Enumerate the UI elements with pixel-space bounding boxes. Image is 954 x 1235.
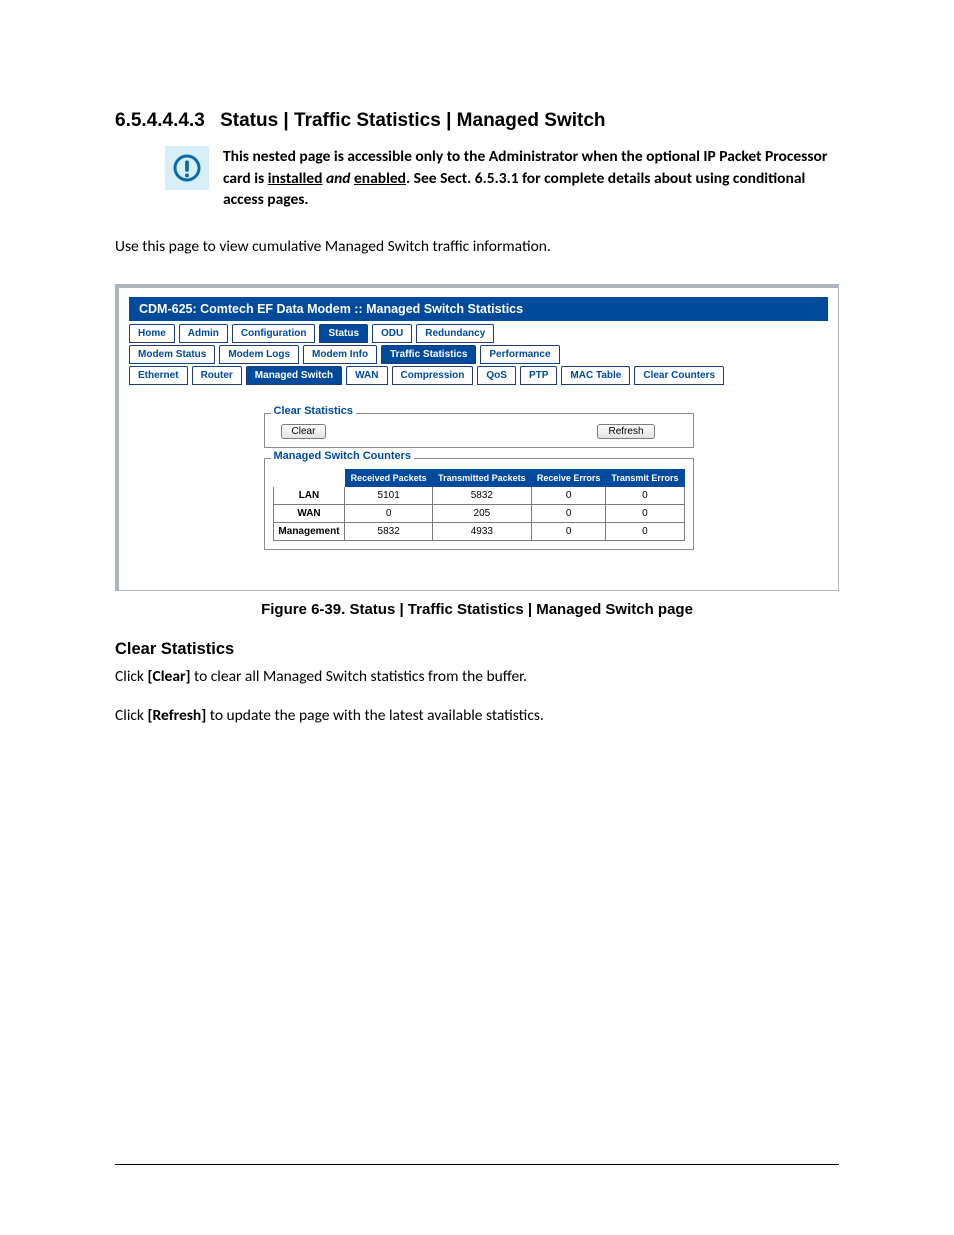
tab-traffic-statistics[interactable]: Traffic Statistics <box>381 345 476 364</box>
tab-configuration[interactable]: Configuration <box>232 324 316 343</box>
row-label: LAN <box>273 487 345 505</box>
tab-mac-table[interactable]: MAC Table <box>561 366 630 385</box>
lead-paragraph: Use this page to view cumulative Managed… <box>115 237 839 256</box>
paragraph-refresh: Click [Refresh] to update the page with … <box>115 706 839 727</box>
clear-button[interactable]: Clear <box>281 424 327 439</box>
cell-value: 5101 <box>345 487 432 505</box>
cell-value: 0 <box>606 487 684 505</box>
column-header: Transmitted Packets <box>432 470 531 487</box>
embedded-screenshot: CDM-625: Comtech EF Data Modem :: Manage… <box>115 284 839 591</box>
tab-redundancy[interactable]: Redundancy <box>416 324 494 343</box>
tab-modem-status[interactable]: Modem Status <box>129 345 215 364</box>
tab-modem-logs[interactable]: Modem Logs <box>219 345 299 364</box>
counters-fieldset: Managed Switch Counters Received Packets… <box>264 458 694 550</box>
counters-table: Received PacketsTransmitted PacketsRecei… <box>273 469 685 541</box>
row-label: Management <box>273 523 345 541</box>
tab-router[interactable]: Router <box>192 366 242 385</box>
clear-statistics-legend: Clear Statistics <box>271 405 356 417</box>
tab-performance[interactable]: Performance <box>480 345 559 364</box>
tab-row-3: EthernetRouterManaged SwitchWAN Compressi… <box>129 366 828 385</box>
tab-admin[interactable]: Admin <box>179 324 228 343</box>
alert-icon <box>165 146 209 190</box>
column-header: Received Packets <box>345 470 432 487</box>
tab-ethernet[interactable]: Ethernet <box>129 366 188 385</box>
refresh-button[interactable]: Refresh <box>597 424 654 439</box>
section-title: Status | Traffic Statistics | Managed Sw… <box>220 110 605 131</box>
footer-rule <box>115 1164 839 1165</box>
table-row: Management5832493300 <box>273 523 684 541</box>
cell-value: 0 <box>531 487 605 505</box>
figure-caption: Figure 6-39. Status | Traffic Statistics… <box>115 601 839 618</box>
cell-value: 0 <box>606 505 684 523</box>
paragraph-clear: Click [Clear] to clear all Managed Switc… <box>115 667 839 688</box>
app-title-bar: CDM-625: Comtech EF Data Modem :: Manage… <box>129 297 828 321</box>
cell-value: 5832 <box>345 523 432 541</box>
table-row: WAN020500 <box>273 505 684 523</box>
tab-home[interactable]: Home <box>129 324 175 343</box>
table-corner <box>273 470 345 487</box>
row-label: WAN <box>273 505 345 523</box>
section-number: 6.5.4.4.4.3 <box>115 110 205 131</box>
cell-value: 0 <box>345 505 432 523</box>
cell-value: 0 <box>606 523 684 541</box>
tab-qos[interactable]: QoS <box>477 366 516 385</box>
column-header: Receive Errors <box>531 470 605 487</box>
cell-value: 205 <box>432 505 531 523</box>
tab-modem-info[interactable]: Modem Info <box>303 345 377 364</box>
column-header: Transmit Errors <box>606 470 684 487</box>
cell-value: 0 <box>531 505 605 523</box>
counters-legend: Managed Switch Counters <box>271 450 415 462</box>
notice-text: This nested page is accessible only to t… <box>223 146 839 211</box>
tab-odu[interactable]: ODU <box>372 324 412 343</box>
tab-row-2: Modem StatusModem LogsModem InfoTraffic … <box>129 345 828 364</box>
tab-clear-counters[interactable]: Clear Counters <box>634 366 724 385</box>
tab-wan[interactable]: WAN <box>346 366 387 385</box>
cell-value: 0 <box>531 523 605 541</box>
section-heading: 6.5.4.4.4.3 Status | Traffic Statistics … <box>115 110 839 132</box>
clear-statistics-fieldset: Clear Statistics Clear Refresh <box>264 413 694 448</box>
cell-value: 4933 <box>432 523 531 541</box>
tab-ptp[interactable]: PTP <box>520 366 557 385</box>
clear-statistics-heading: Clear Statistics <box>115 640 839 659</box>
tab-compression[interactable]: Compression <box>392 366 474 385</box>
tab-managed-switch[interactable]: Managed Switch <box>246 366 342 385</box>
tab-row-1: HomeAdminConfigurationStatusODURedundanc… <box>129 324 828 343</box>
tab-status[interactable]: Status <box>319 324 368 343</box>
cell-value: 5832 <box>432 487 531 505</box>
table-row: LAN5101583200 <box>273 487 684 505</box>
